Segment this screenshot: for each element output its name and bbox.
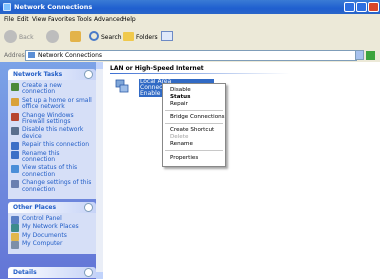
- scroll-up-icon[interactable]: [96, 62, 103, 69]
- task-pane: Network Tasks Create a new connection Se…: [0, 62, 103, 279]
- task-rename-connection[interactable]: Rename this connection: [10, 150, 94, 164]
- menu-help[interactable]: Help: [122, 16, 136, 23]
- network-folder-icon: [28, 52, 35, 58]
- home-network-icon: [11, 97, 19, 106]
- new-connection-icon: [11, 83, 19, 91]
- settings-icon: [11, 180, 19, 189]
- other-places-header[interactable]: Other Places: [8, 202, 96, 213]
- task-firewall-settings[interactable]: Change Windows Firewall settings: [10, 112, 94, 126]
- context-menu-item[interactable]: Repair: [170, 101, 188, 107]
- context-menu: Disable Status Repair Bridge Connections…: [162, 83, 226, 167]
- search-button[interactable]: Search: [101, 34, 122, 41]
- details-title: Details: [13, 269, 37, 276]
- task-view-status[interactable]: View status of this connection: [10, 165, 94, 178]
- maximize-button[interactable]: [356, 2, 367, 12]
- network-tasks-header[interactable]: Network Tasks: [8, 69, 96, 80]
- context-menu-item: Delete: [170, 134, 189, 140]
- other-places-title: Other Places: [13, 204, 57, 211]
- back-label[interactable]: Back: [19, 34, 34, 41]
- menu-view[interactable]: View: [32, 16, 46, 23]
- menu-file[interactable]: File: [4, 16, 14, 23]
- expand-chevron-icon[interactable]: [84, 268, 93, 277]
- group-heading: LAN or High-Speed Internet: [110, 65, 204, 72]
- context-menu-item[interactable]: Disable: [170, 87, 191, 93]
- up-folder-icon[interactable]: [70, 31, 81, 42]
- back-arrow-icon[interactable]: [4, 30, 17, 43]
- network-tasks-panel: Network Tasks Create a new connection Se…: [8, 69, 96, 200]
- address-value: Network Connections: [38, 52, 103, 59]
- file-view: LAN or High-Speed Internet Local Area Co…: [103, 62, 380, 279]
- menu-separator: [165, 150, 223, 151]
- close-button[interactable]: [368, 2, 379, 12]
- control-panel-icon: [11, 216, 19, 224]
- context-menu-item[interactable]: Bridge Connections: [170, 114, 225, 120]
- folders-button[interactable]: Folders: [136, 34, 158, 41]
- task-pane-scrollbar[interactable]: [96, 62, 103, 279]
- network-tasks-title: Network Tasks: [13, 71, 63, 78]
- task-repair-connection[interactable]: Repair this connection: [10, 142, 94, 151]
- menu-tools[interactable]: Tools: [77, 16, 92, 23]
- task-create-connection[interactable]: Create a new connection: [10, 82, 94, 96]
- go-arrow-icon[interactable]: [366, 51, 375, 60]
- scroll-down-icon[interactable]: [96, 272, 103, 279]
- menu-favorites[interactable]: Favorites: [48, 16, 75, 23]
- place-my-documents[interactable]: My Documents: [10, 232, 94, 241]
- menu-advanced[interactable]: Advanced: [94, 16, 124, 23]
- views-icon[interactable]: [161, 31, 173, 41]
- forward-arrow-icon[interactable]: [46, 30, 59, 43]
- address-bar: Address Network Connections: [0, 48, 380, 63]
- other-places-panel: Other Places Control Panel My Network Pl…: [8, 202, 96, 254]
- address-dropdown-button[interactable]: [355, 50, 364, 60]
- search-icon[interactable]: [89, 31, 99, 41]
- computer-icon: [11, 241, 19, 250]
- network-places-icon: [11, 224, 19, 233]
- details-panel: Details: [8, 267, 96, 278]
- toolbar: Back Search Folders: [0, 26, 380, 49]
- title-bar: Network Connections: [0, 0, 380, 14]
- documents-icon: [11, 232, 19, 241]
- context-menu-item[interactable]: Properties: [170, 155, 198, 161]
- group-divider: [110, 73, 290, 74]
- task-disable-device[interactable]: Disable this network device: [10, 127, 94, 140]
- collapse-chevron-icon[interactable]: [84, 70, 93, 79]
- rename-icon: [11, 150, 19, 159]
- network-connection-icon[interactable]: [115, 79, 129, 93]
- address-field[interactable]: Network Connections: [25, 50, 357, 61]
- details-header[interactable]: Details: [8, 267, 96, 278]
- place-control-panel[interactable]: Control Panel: [10, 215, 94, 224]
- menu-separator: [165, 110, 223, 111]
- context-menu-item[interactable]: Status: [170, 94, 190, 100]
- repair-icon: [11, 142, 19, 151]
- context-menu-item[interactable]: Rename: [170, 141, 193, 147]
- collapse-chevron-icon[interactable]: [84, 203, 93, 212]
- task-home-network[interactable]: Set up a home or small office network: [10, 97, 94, 111]
- place-my-computer[interactable]: My Computer: [10, 241, 94, 250]
- folders-icon[interactable]: [123, 32, 134, 41]
- network-connections-icon: [3, 3, 11, 11]
- context-menu-item[interactable]: Create Shortcut: [170, 127, 214, 133]
- status-icon: [11, 165, 19, 174]
- firewall-icon: [11, 112, 19, 121]
- minimize-button[interactable]: [344, 2, 355, 12]
- menu-separator: [165, 123, 223, 124]
- disable-device-icon: [11, 127, 19, 136]
- menu-edit[interactable]: Edit: [17, 16, 29, 23]
- task-change-settings[interactable]: Change settings of this connection: [10, 179, 94, 193]
- window-title: Network Connections: [14, 3, 93, 11]
- place-my-network-places[interactable]: My Network Places: [10, 224, 94, 233]
